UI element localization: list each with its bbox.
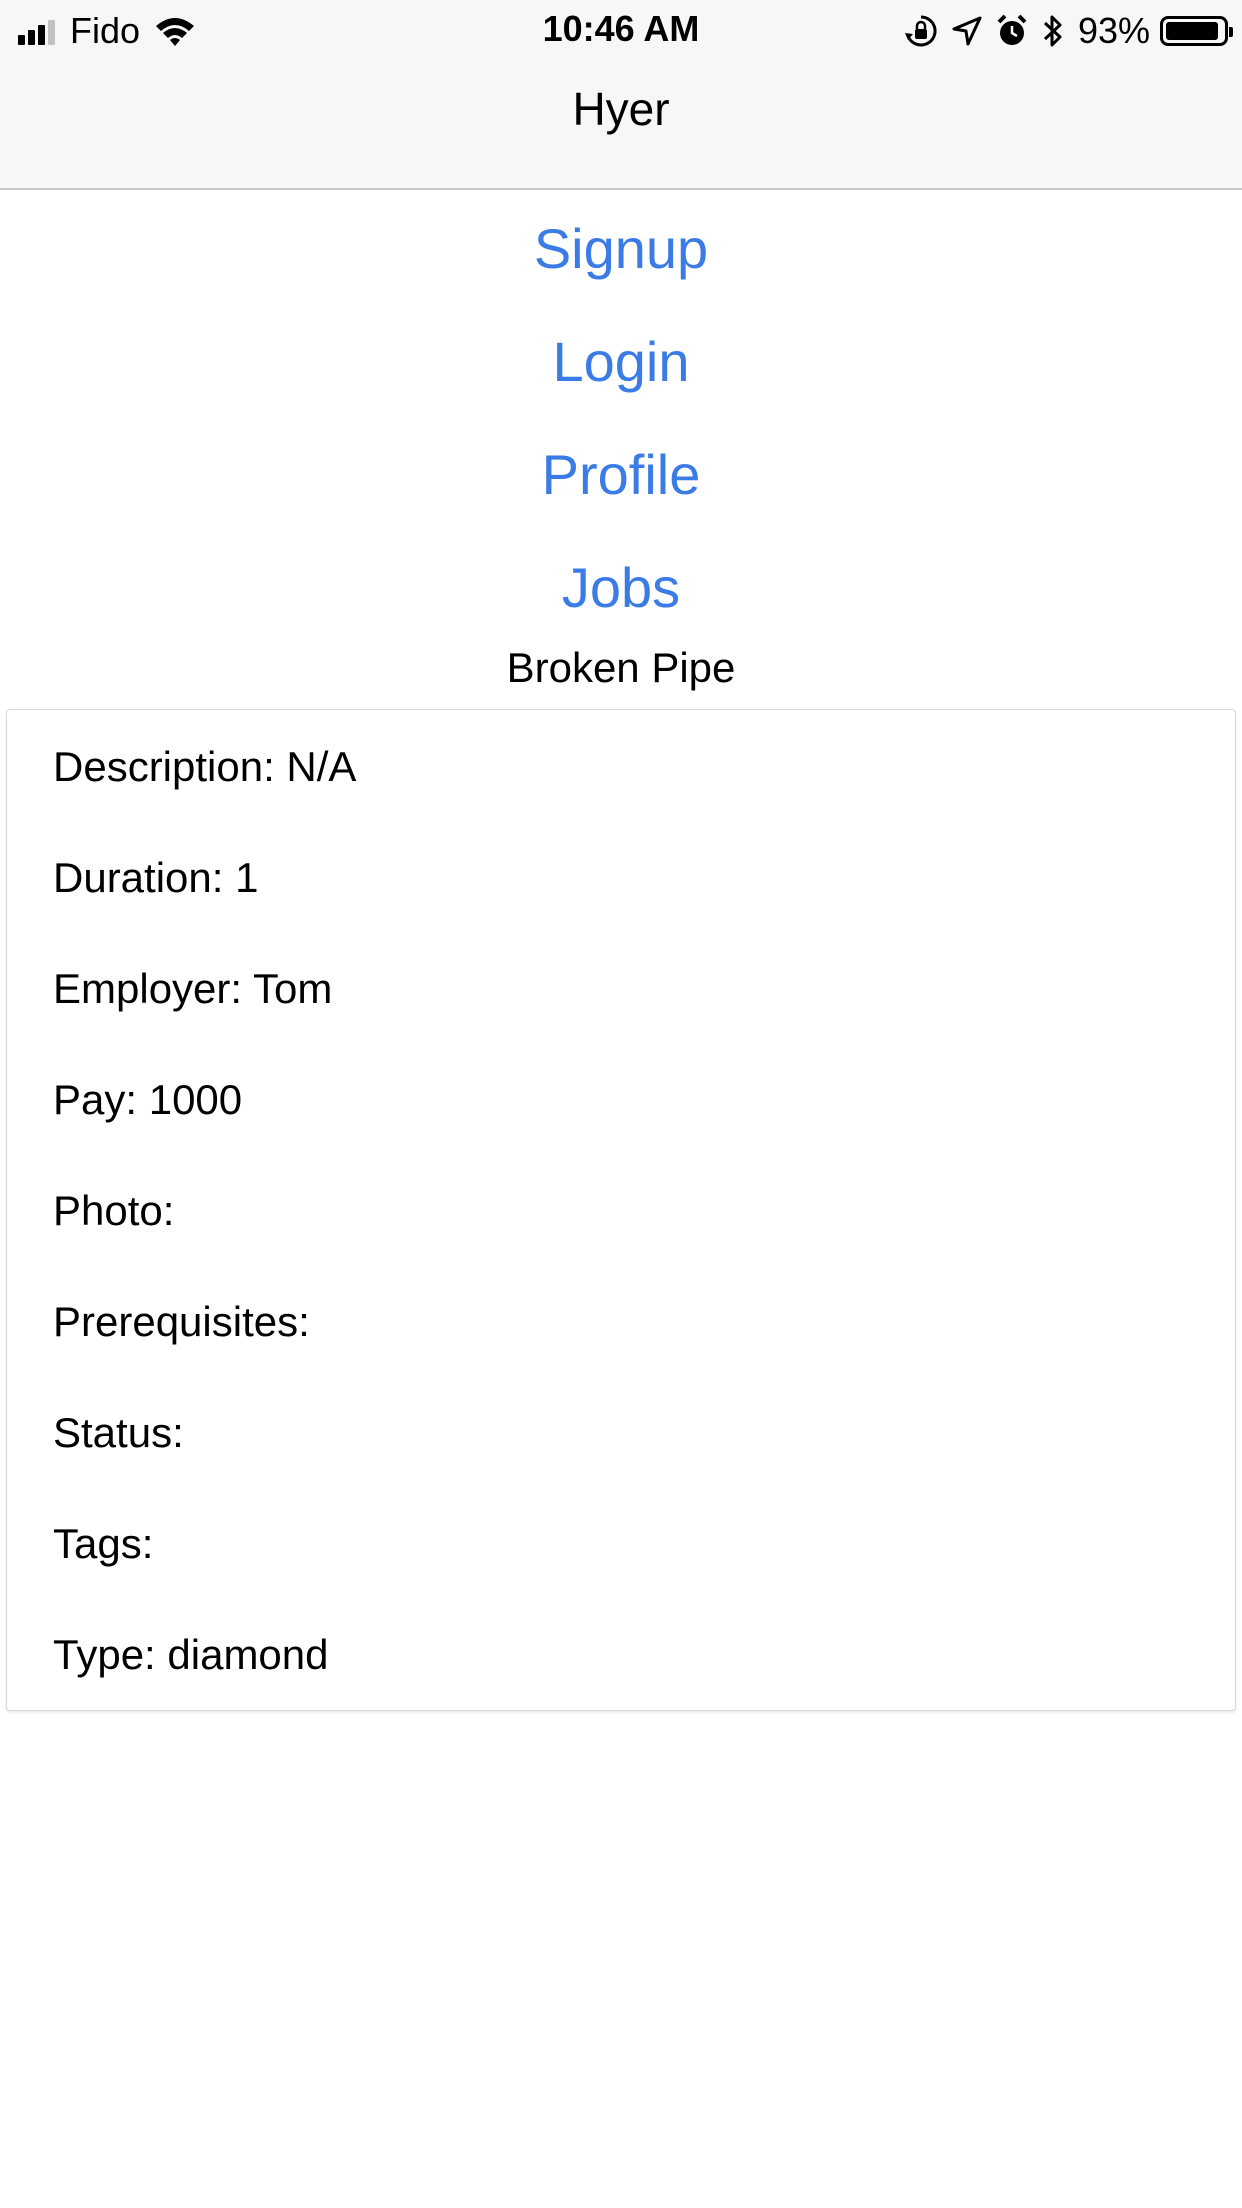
orientation-lock-icon [904,15,937,47]
status-bar: Fido 10:46 AM 93% [0,0,1242,60]
job-pay: Pay: 1000 [53,1076,243,1123]
signup-link[interactable]: Signup [0,216,1242,281]
navigation-bar: Hyer [0,60,1242,190]
status-bar-right: 93% [890,10,1233,52]
job-tags: Tags: [53,1520,154,1567]
bluetooth-icon [1043,15,1062,47]
location-icon [952,16,982,46]
alarm-icon [997,14,1027,45]
profile-link[interactable]: Profile [0,442,1242,507]
battery-tip [1229,27,1233,37]
job-prerequisites: Prerequisites: [53,1298,310,1345]
job-type: Type: diamond [53,1631,329,1678]
job-status: Status: [53,1409,184,1456]
battery-fill [1166,22,1218,40]
login-link[interactable]: Login [0,329,1242,394]
battery-percent: 93% [1077,10,1150,51]
job-photo: Photo: [53,1187,175,1234]
battery-icon [1160,16,1233,46]
job-description: Description: N/A [53,743,357,790]
job-details-card: Description: N/A Duration: 1 Employer: T… [6,709,1236,1711]
jobs-link[interactable]: Jobs [0,555,1242,620]
job-duration: Duration: 1 [53,854,259,901]
job-title: Broken Pipe [506,644,736,691]
job-employer: Employer: Tom [53,965,333,1012]
nav-title: Hyer [572,83,670,135]
